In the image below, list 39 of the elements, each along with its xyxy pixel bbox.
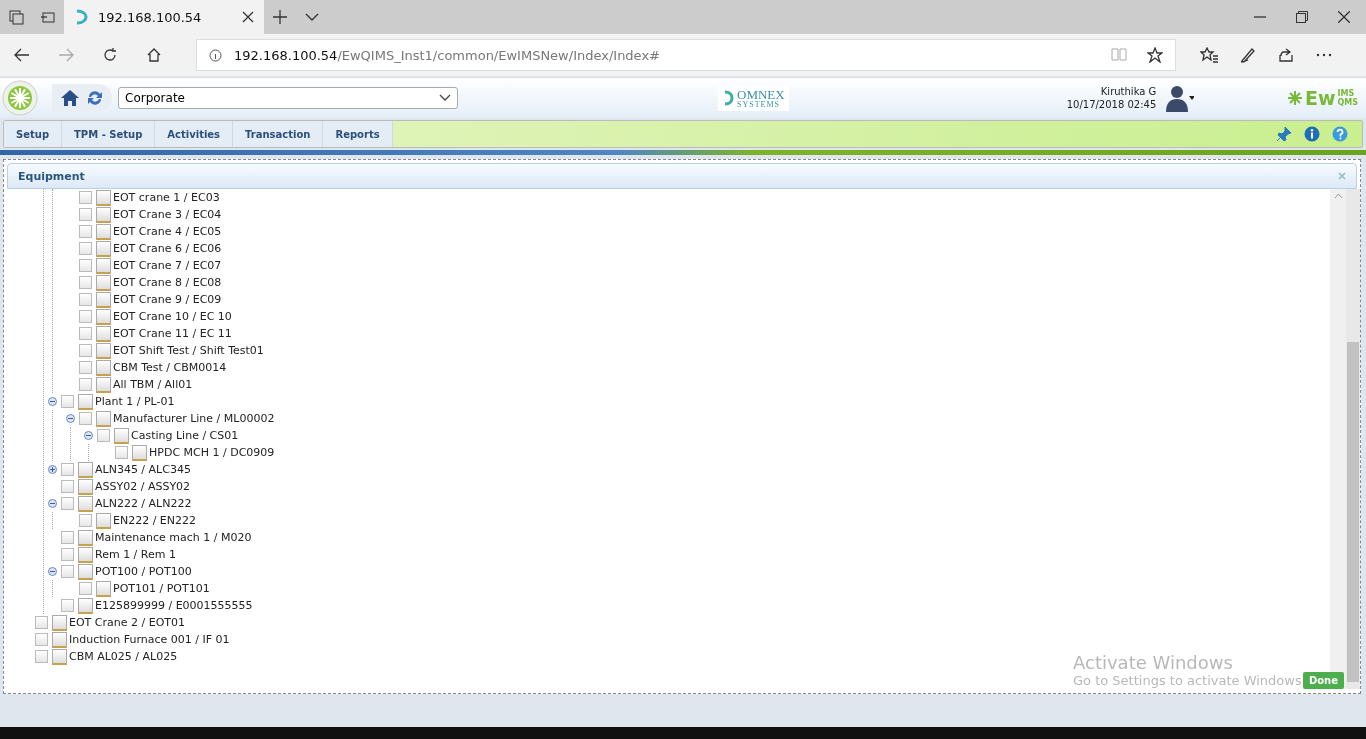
tree-item[interactable]: EOT Crane 2 / EOT01 xyxy=(69,616,186,629)
tree-item[interactable]: EOT Crane 6 / EC06 xyxy=(113,242,222,255)
tree-item[interactable]: Plant 1 / PL-01 xyxy=(95,395,175,408)
tree-item[interactable]: EOT Crane 9 / EC09 xyxy=(113,293,222,306)
tree-item[interactable]: POT101 / POT101 xyxy=(113,582,210,595)
panel-title: Equipment xyxy=(18,169,86,183)
login-datetime: 10/17/2018 02:45 xyxy=(1066,98,1157,111)
tree-item[interactable]: Manufacturer Line / ML00002 xyxy=(113,412,275,425)
tree-item[interactable]: EOT Crane 10 / EC 10 xyxy=(113,310,232,323)
tree-item[interactable]: EN222 / EN222 xyxy=(113,514,197,527)
tree-item[interactable]: HPDC MCH 1 / DC0909 xyxy=(149,446,275,459)
tree-item[interactable]: EOT crane 1 / EC03 xyxy=(113,191,220,204)
tree-item[interactable]: EOT Crane 11 / EC 11 xyxy=(113,327,232,340)
tree-item[interactable]: CBM Test / CBM0014 xyxy=(113,361,227,374)
tree-item[interactable]: EOT Crane 7 / EC07 xyxy=(113,259,222,272)
activation-title: Activate Windows xyxy=(1073,652,1234,673)
tree-item[interactable]: ASSY02 / ASSY02 xyxy=(95,480,191,493)
tree-item[interactable]: E125899999 / E0001555555 xyxy=(95,599,253,612)
tree-item[interactable]: EOT Crane 4 / EC05 xyxy=(113,225,222,238)
site-select[interactable]: Corporate xyxy=(118,87,458,109)
url-text: 192.168.100.54/EwQIMS_Inst1/common/EwIMSNew/Index/Index# xyxy=(234,47,660,63)
activation-text: Go to Settings to activate Windows xyxy=(1073,673,1302,688)
company-logo: OMNEX SYSTEMS xyxy=(718,85,789,111)
tree-item[interactable]: POT100 / POT100 xyxy=(95,565,192,578)
tree-item[interactable]: Casting Line / CS01 xyxy=(131,429,239,442)
address-bar[interactable]: 192.168.100.54/EwQIMS_Inst1/common/EwIMSNew/Index/Index# xyxy=(196,39,1176,71)
tree-item[interactable]: EOT Crane 3 / EC04 xyxy=(113,208,222,221)
tree-item[interactable]: Induction Furnace 001 / IF 01 xyxy=(69,633,230,646)
tree-item[interactable]: EOT Shift Test / Shift Test01 xyxy=(113,344,264,357)
tree-item[interactable]: CBM AL025 / AL025 xyxy=(69,650,178,663)
tree-item[interactable]: Maintenance mach 1 / M020 xyxy=(95,531,252,544)
tree-item[interactable]: Rem 1 / Rem 1 xyxy=(95,548,176,561)
browser-tab[interactable]: 192.168.100.54 xyxy=(64,0,264,34)
tree-item[interactable]: ALN222 / ALN222 xyxy=(95,497,192,510)
tree-item[interactable]: EOT Crane 8 / EC08 xyxy=(113,276,222,289)
tree-item[interactable]: All TBM / All01 xyxy=(113,378,193,391)
user-name: Kiruthika G xyxy=(1099,85,1157,98)
menu-item[interactable]: Setup xyxy=(4,121,63,147)
tree-item[interactable]: ALN345 / ALC345 xyxy=(95,463,191,476)
